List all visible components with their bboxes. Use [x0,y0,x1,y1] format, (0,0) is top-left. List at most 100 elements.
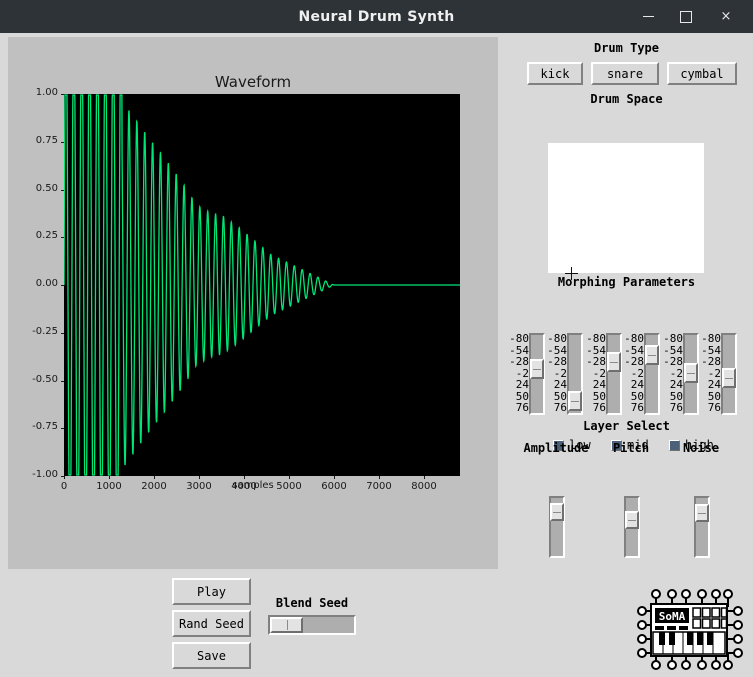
envelope-slider-thumb[interactable] [625,511,639,529]
plot-area [64,94,460,476]
drum-space-header: Drum Space [590,92,663,106]
rand-seed-button[interactable]: Rand Seed [172,610,251,637]
noise-label: Noise [682,441,720,455]
morph-slider-1[interactable]: -80 -54 -28 -2 24 50 76 [505,333,545,415]
x-tick-mark [334,476,335,479]
morph-tick-label: 76 [707,401,721,414]
morph-slider-5[interactable]: -80 -54 -28 -2 24 50 76 [659,333,699,415]
x-tick-label: 8000 [411,481,437,492]
morph-tick-label: 24 [592,378,606,391]
morph-slider-ticks: -80 -54 -28 -2 24 50 76 [582,333,606,415]
envelope-slider-amplitude[interactable] [549,496,565,558]
morph-tick-label: -28 [624,355,644,368]
y-tick-label: -0.75 [32,421,58,433]
y-tick-label: 0.00 [35,278,58,289]
x-tick-label: 2000 [141,481,167,492]
morph-slider-thumb[interactable] [607,352,621,372]
soma-synth-logo: SoMA [634,585,744,673]
maximize-button[interactable] [669,0,703,33]
morph-tick-label: -28 [509,355,529,368]
morph-slider-thumb[interactable] [684,363,698,383]
envelope-slider-noise[interactable] [694,496,710,558]
morph-tick-label: 76 [592,401,606,414]
layer-select-header: Layer Select [583,419,670,433]
x-tick-mark [154,476,155,479]
blend-seed-thumb[interactable] [270,617,303,633]
x-tick-mark [244,476,245,479]
morph-slider-ticks: -80 -54 -28 -2 24 50 76 [697,333,721,415]
morph-tick-label: -80 [509,332,529,345]
envelope-slider-thumb[interactable] [550,503,564,521]
morph-slider-thumb[interactable] [530,359,544,379]
drum-type-kick-button[interactable]: kick [527,62,583,85]
drum-space-canvas[interactable] [548,143,704,273]
morph-slider-ticks: -80 -54 -28 -2 24 50 76 [543,333,567,415]
morph-slider-ticks: -80 -54 -28 -2 24 50 76 [505,333,529,415]
y-tick-label: 1.00 [35,87,58,98]
waveform-figure: Waveform amplitude samples 1.000.750.500… [8,37,498,569]
close-icon: × [720,9,732,24]
morph-tick-label: -28 [586,355,606,368]
morph-slider-thumb[interactable] [645,345,659,365]
x-tick-mark [379,476,380,479]
morph-slider-6[interactable]: -80 -54 -28 -2 24 50 76 [697,333,737,415]
waveform-line [64,94,460,476]
save-button[interactable]: Save [172,642,251,669]
morph-tick-label: 24 [707,378,721,391]
morph-slider-ticks: -80 -54 -28 -2 24 50 76 [659,333,683,415]
pitch-label: Pitch [612,441,650,455]
y-tick-label: -0.50 [32,373,58,385]
morph-tick-label: 24 [515,378,529,391]
x-tick-label: 4000 [231,481,257,492]
morph-tick-label: 76 [630,401,644,414]
soma-logo-icon: SoMA [634,585,744,673]
morph-tick-label: -80 [586,332,606,345]
y-tick-label: 0.75 [35,134,58,146]
morph-tick-label: 24 [553,378,567,391]
morph-slider-2[interactable]: -80 -54 -28 -2 24 50 76 [543,333,583,415]
title-bar: Neural Drum Synth × [0,0,753,33]
x-tick-mark [289,476,290,479]
morph-tick-label: -80 [547,332,567,345]
x-tick-label: 0 [60,481,68,492]
morph-slider-thumb[interactable] [722,368,736,388]
morph-tick-label: -28 [701,355,721,368]
y-tick-label: 0.25 [35,230,58,242]
y-tick-label: -0.25 [32,325,58,337]
morph-tick-label: -80 [624,332,644,345]
morph-tick-label: -28 [663,355,683,368]
morph-tick-label: 76 [515,401,529,414]
envelope-slider-thumb[interactable] [695,504,709,522]
envelope-slider-pitch[interactable] [624,496,640,558]
x-tick-label: 7000 [366,481,392,492]
x-tick-mark [64,476,65,479]
morph-tick-label: 76 [669,401,683,414]
morph-tick-label: 24 [669,378,683,391]
y-tick-label: 0.50 [35,182,58,194]
morph-tick-label: 24 [630,378,644,391]
x-tick-label: 3000 [186,481,212,492]
close-button[interactable]: × [709,0,743,33]
blend-seed-label: Blend Seed [275,596,349,610]
maximize-icon [680,10,692,23]
y-tick-label: -1.00 [32,469,58,480]
waveform-plot [64,94,460,476]
play-button[interactable]: Play [172,578,251,605]
drum-type-snare-button[interactable]: snare [591,62,659,85]
morphing-parameters-header: Morphing Parameters [557,275,696,289]
morph-slider-thumb[interactable] [568,391,582,411]
blend-seed-slider[interactable] [268,615,356,635]
drum-type-cymbal-button[interactable]: cymbal [667,62,737,85]
minimize-icon [642,16,654,17]
morph-tick-label: -80 [701,332,721,345]
morph-slider-4[interactable]: -80 -54 -28 -2 24 50 76 [620,333,660,415]
morph-tick-label: -80 [663,332,683,345]
x-tick-label: 5000 [276,481,302,492]
minimize-button[interactable] [631,0,665,33]
svg-text:SoMA: SoMA [659,610,686,623]
morph-slider-3[interactable]: -80 -54 -28 -2 24 50 76 [582,333,622,415]
x-tick-mark [199,476,200,479]
x-tick-mark [424,476,425,479]
morph-tick-label: -28 [547,355,567,368]
drum-type-header: Drum Type [593,41,660,55]
